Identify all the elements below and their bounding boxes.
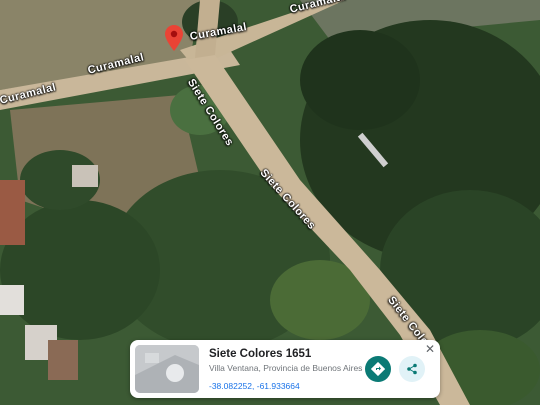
place-title: Siete Colores 1651 — [209, 347, 312, 360]
directions-icon — [371, 362, 385, 376]
share-button[interactable] — [399, 356, 425, 382]
place-coordinates[interactable]: -38.082252, -61.933664 — [209, 381, 359, 391]
share-icon — [407, 363, 417, 375]
close-icon[interactable]: ✕ — [425, 342, 435, 356]
location-pin-icon[interactable] — [165, 25, 183, 51]
directions-button[interactable] — [365, 356, 391, 382]
street-view-thumbnail[interactable] — [135, 345, 199, 393]
place-subtitle: Villa Ventana, Provincia de Buenos Aires — [209, 362, 363, 373]
place-info-card[interactable]: Siete Colores 1651 Villa Ventana, Provin… — [130, 340, 440, 398]
satellite-map[interactable]: Curamalal Curamalal Curamalal Curamalal … — [0, 0, 540, 405]
